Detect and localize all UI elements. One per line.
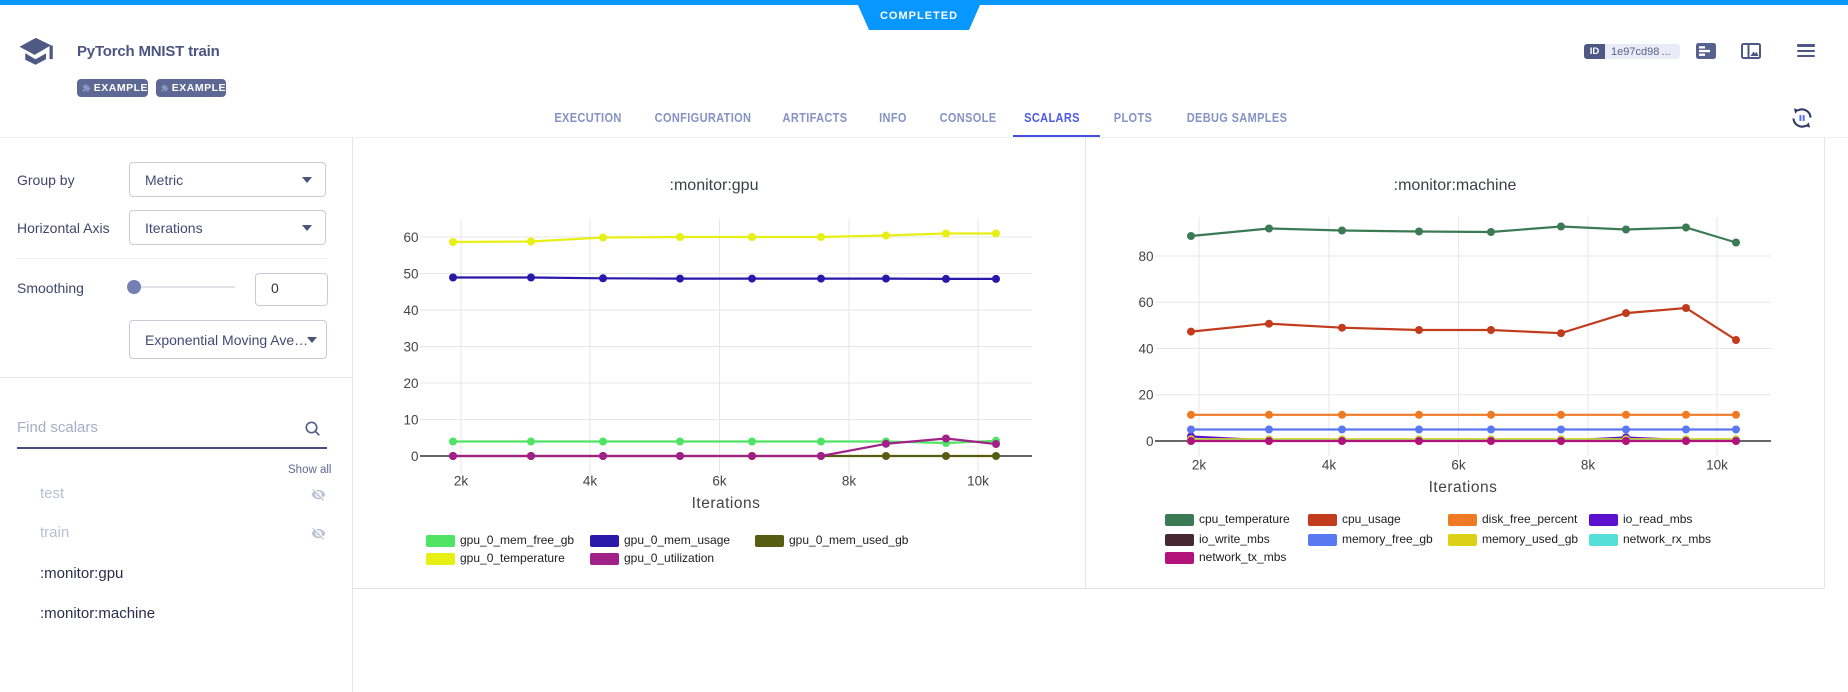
svg-text:40: 40 (1138, 341, 1153, 356)
svg-text:60: 60 (403, 230, 418, 245)
svg-text:Iterations: Iterations (692, 495, 761, 512)
svg-text:20: 20 (1138, 388, 1153, 403)
svg-text:8k: 8k (1581, 458, 1596, 473)
svg-text:10k: 10k (967, 474, 989, 489)
svg-text:10: 10 (403, 412, 418, 427)
svg-text:60: 60 (1138, 295, 1153, 310)
svg-text:40: 40 (403, 303, 418, 318)
svg-text:0: 0 (1146, 434, 1154, 449)
svg-text:50: 50 (403, 266, 418, 281)
svg-text:Iterations: Iterations (1429, 479, 1498, 496)
svg-text:6k: 6k (712, 474, 727, 489)
svg-text:30: 30 (403, 339, 418, 354)
svg-text:6k: 6k (1451, 458, 1466, 473)
svg-text:8k: 8k (842, 474, 857, 489)
svg-text:20: 20 (403, 376, 418, 391)
svg-text:2k: 2k (1192, 458, 1207, 473)
svg-text::monitor:gpu: :monitor:gpu (670, 177, 759, 194)
svg-text:10k: 10k (1706, 458, 1728, 473)
svg-text:2k: 2k (454, 474, 469, 489)
svg-text:0: 0 (411, 449, 419, 464)
svg-text:4k: 4k (1322, 458, 1337, 473)
svg-text:4k: 4k (583, 474, 598, 489)
svg-text::monitor:machine: :monitor:machine (1394, 177, 1517, 194)
svg-text:80: 80 (1138, 249, 1153, 264)
